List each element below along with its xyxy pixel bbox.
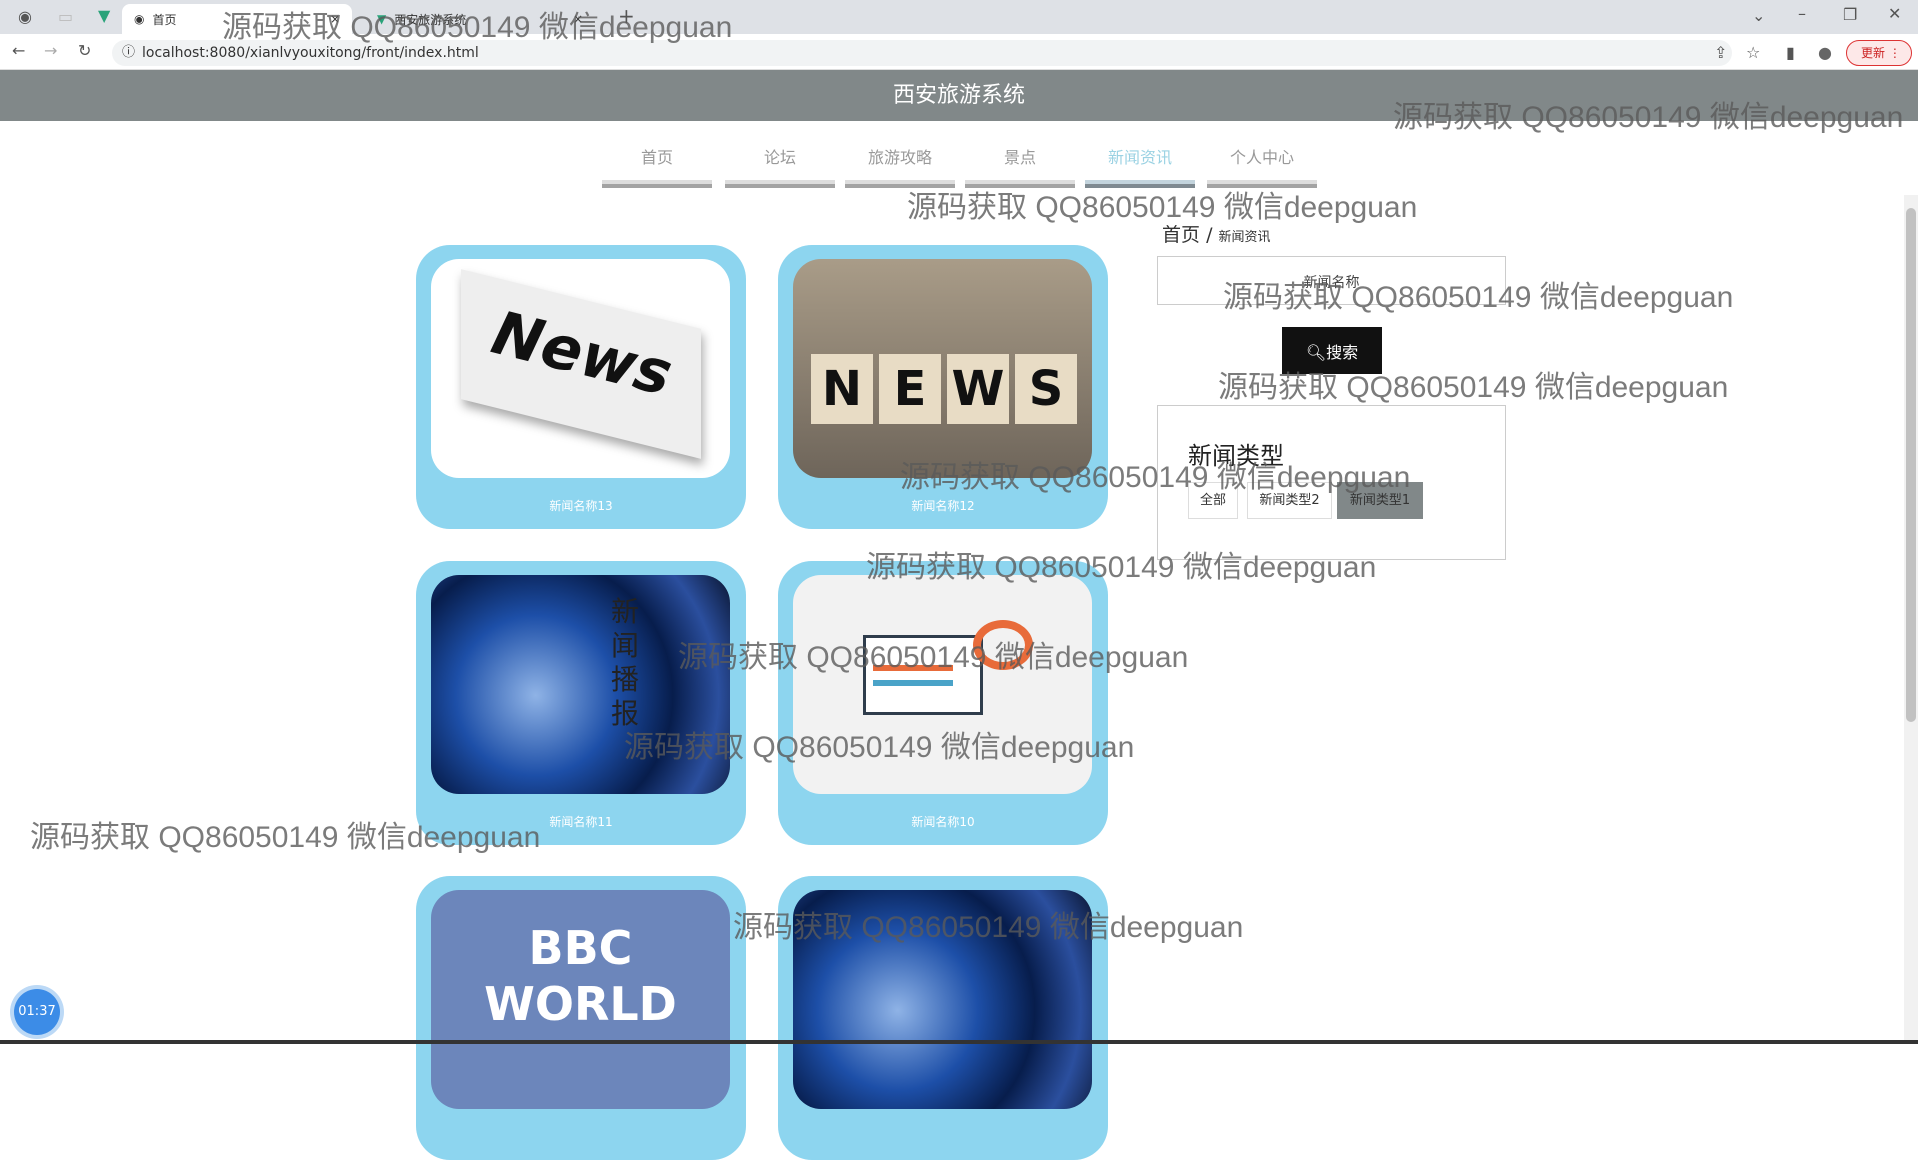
filter-title: 新闻类型 xyxy=(1188,442,1284,470)
restore-icon[interactable]: ❐ xyxy=(1843,5,1857,24)
site-header: 西安旅游系统 xyxy=(0,70,1918,121)
news-card[interactable]: 新闻播报 新闻名称11 xyxy=(416,561,746,845)
type-2[interactable]: 新闻类型2 xyxy=(1247,482,1332,519)
close-tab-icon[interactable]: × xyxy=(330,12,340,26)
url-field[interactable]: ⓘ localhost:8080/xianlvyouxitong/front/i… xyxy=(112,40,1732,66)
type-1[interactable]: 新闻类型1 xyxy=(1337,482,1423,519)
back-icon[interactable]: ← xyxy=(12,41,25,60)
nav-guides[interactable]: 旅游攻略 xyxy=(845,144,955,188)
type-all[interactable]: 全部 xyxy=(1188,482,1238,519)
news-card[interactable]: News 新闻名称13 xyxy=(416,245,746,529)
news-image: BBC WORLD xyxy=(431,890,730,1109)
breadcrumb: 首页 / 新闻资讯 xyxy=(1162,224,1271,246)
news-name-search-input[interactable]: 新闻名称 xyxy=(1157,256,1506,305)
news-card[interactable] xyxy=(778,876,1108,1160)
globe-icon: ◉ xyxy=(134,12,145,26)
breadcrumb-current: 新闻资讯 xyxy=(1218,230,1271,245)
news-title: 新闻名称10 xyxy=(911,815,975,829)
news-title: 新闻名称13 xyxy=(549,499,613,513)
nav-forum[interactable]: 论坛 xyxy=(725,144,835,188)
tab-app[interactable]: ▼ 西安旅游系统 × xyxy=(365,4,595,34)
page-icon[interactable]: ▭ xyxy=(58,7,73,26)
vue-icon: ▼ xyxy=(377,12,387,26)
recording-timer: 01:37 xyxy=(14,989,60,1035)
close-tab-icon[interactable]: × xyxy=(573,12,583,26)
news-type-filter: 新闻类型 全部 新闻类型2 新闻类型1 xyxy=(1157,405,1506,560)
news-image: 新闻播报 xyxy=(431,575,730,794)
reload-icon[interactable]: ↻ xyxy=(78,41,91,60)
nav-news[interactable]: 新闻资讯 xyxy=(1085,144,1195,188)
tab-home[interactable]: ◉ 首页 × xyxy=(122,4,352,34)
news-image xyxy=(793,890,1092,1109)
news-title: 新闻名称11 xyxy=(549,815,613,829)
scrollbar-thumb[interactable] xyxy=(1906,208,1916,722)
news-card[interactable]: BBC WORLD xyxy=(416,876,746,1160)
news-card[interactable]: N E W S 新闻名称12 xyxy=(778,245,1108,529)
site-title: 西安旅游系统 xyxy=(892,83,1025,108)
news-image: News xyxy=(431,259,730,478)
news-card[interactable]: 新闻名称10 xyxy=(778,561,1108,845)
update-button[interactable]: 更新 ⋮ xyxy=(1846,40,1912,66)
nav-profile[interactable]: 个人中心 xyxy=(1207,144,1317,188)
profile-icon[interactable]: ● xyxy=(1818,43,1832,62)
forward-icon[interactable]: → xyxy=(44,41,57,60)
breadcrumb-home[interactable]: 首页 xyxy=(1162,224,1200,246)
news-title: 新闻名称12 xyxy=(911,499,975,513)
info-icon: ⓘ xyxy=(122,45,136,60)
search-button[interactable]: 🔍︎搜索 xyxy=(1282,327,1382,374)
star-icon[interactable]: ☆ xyxy=(1746,43,1760,62)
browser-tab-strip: ◉ ▭ ▼ ◉ 首页 × ▼ 西安旅游系统 × + ⌄ – ❐ ✕ xyxy=(0,0,1918,34)
bottom-edge xyxy=(0,1040,1918,1044)
vue-icon[interactable]: ▼ xyxy=(98,6,110,25)
news-image xyxy=(793,575,1092,794)
chevron-down-icon[interactable]: ⌄ xyxy=(1752,6,1765,25)
side-panel-icon[interactable]: ▮ xyxy=(1786,43,1795,62)
close-window-icon[interactable]: ✕ xyxy=(1888,4,1901,23)
nav-home[interactable]: 首页 xyxy=(602,144,712,188)
share-icon[interactable]: ⇪ xyxy=(1714,43,1727,62)
search-icon: 🔍︎ xyxy=(1305,344,1327,362)
new-tab-icon[interactable]: + xyxy=(618,4,635,28)
minimize-icon[interactable]: – xyxy=(1798,4,1806,23)
news-image: N E W S xyxy=(793,259,1092,478)
nav-attractions[interactable]: 景点 xyxy=(965,144,1075,188)
globe-icon[interactable]: ◉ xyxy=(18,7,32,26)
